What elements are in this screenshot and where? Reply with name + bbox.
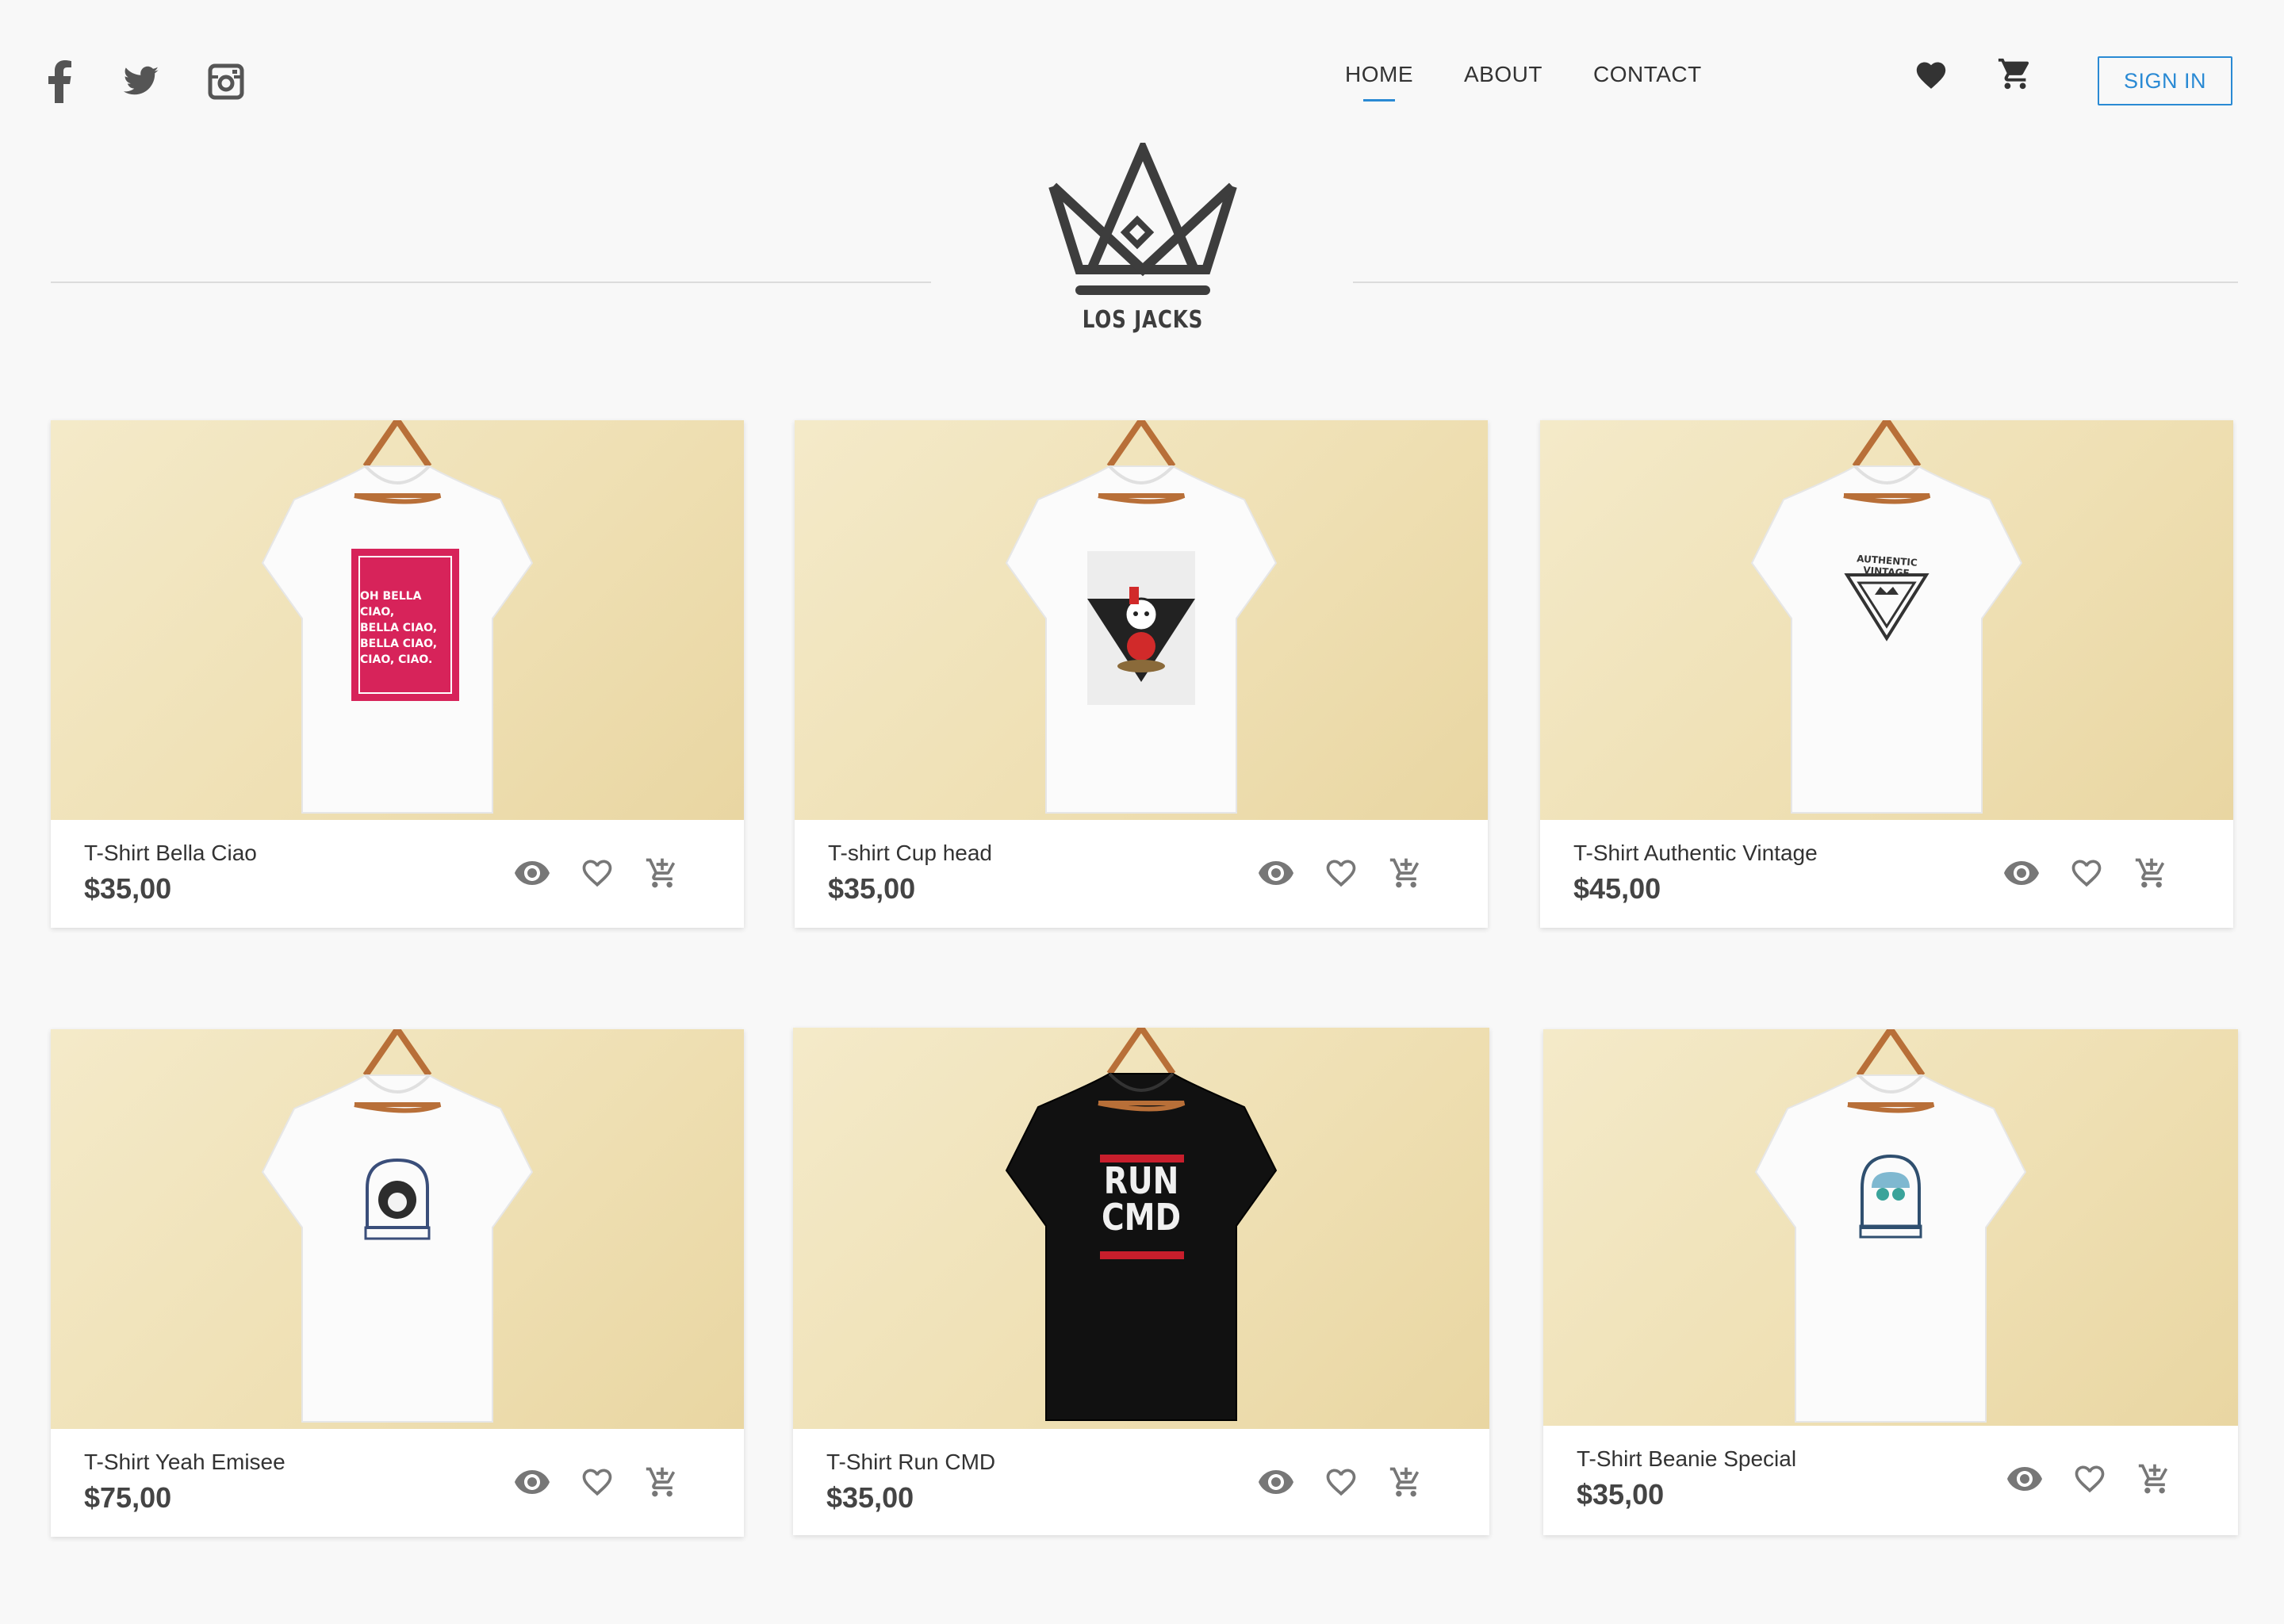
product-card[interactable]: T-Shirt Yeah Emisee $75,00 (51, 1029, 744, 1537)
product-image[interactable]: AUTHENTIC VINTAGE (1540, 420, 2233, 820)
divider-left (51, 282, 931, 283)
print-line: CIAO, CIAO. (360, 653, 433, 666)
product-card[interactable]: T-shirt Cup head $35,00 (795, 420, 1488, 928)
product-image[interactable] (795, 420, 1488, 820)
tshirt-image (1750, 420, 2023, 814)
product-name[interactable]: T-Shirt Authentic Vintage (1573, 841, 1818, 866)
eye-icon[interactable] (2002, 853, 2041, 893)
print-line: CMD (1101, 1196, 1182, 1239)
tshirt-image (1754, 1029, 2027, 1423)
add-to-cart-icon[interactable] (2132, 853, 2171, 893)
eye-icon[interactable] (512, 853, 552, 893)
product-price: $75,00 (84, 1481, 172, 1514)
sign-in-button[interactable]: SIGN IN (2098, 56, 2232, 105)
add-to-cart-icon[interactable] (642, 1462, 682, 1502)
facebook-icon[interactable] (46, 60, 73, 103)
product-name[interactable]: T-Shirt Beanie Special (1577, 1446, 1796, 1472)
product-name[interactable]: T-shirt Cup head (828, 841, 992, 866)
add-to-cart-icon[interactable] (1386, 853, 1426, 893)
nav-home[interactable]: HOME (1345, 63, 1413, 102)
header-actions (1913, 56, 2033, 92)
product-actions (512, 853, 682, 893)
eye-icon[interactable] (512, 1462, 552, 1502)
eye-icon[interactable] (1256, 1462, 1296, 1502)
brand-name: LOS JACKS (1082, 306, 1204, 334)
instagram-icon[interactable] (208, 63, 244, 100)
product-name[interactable]: T-Shirt Yeah Emisee (84, 1450, 286, 1475)
product-price: $35,00 (84, 872, 172, 905)
product-card[interactable]: RUN CMD T-Shirt Run CMD $35,00 (793, 1028, 1489, 1535)
product-card[interactable]: AUTHENTIC VINTAGE T-Shirt Authentic Vint… (1540, 420, 2233, 928)
shirt-print-text: OH BELLA CIAO, BELLA CIAO, BELLA CIAO, C… (360, 588, 447, 668)
product-name[interactable]: T-Shirt Bella Ciao (84, 841, 257, 866)
product-price: $35,00 (1577, 1478, 1665, 1511)
product-image[interactable]: RUN CMD (793, 1028, 1489, 1429)
print-line: RUN (1103, 1159, 1179, 1202)
product-image[interactable] (51, 1029, 744, 1429)
product-card[interactable]: T-Shirt Beanie Special $35,00 (1543, 1029, 2238, 1535)
print-line: OH BELLA CIAO, (360, 590, 422, 619)
tshirt-image (1005, 420, 1278, 814)
product-actions (1256, 1462, 1426, 1502)
product-image[interactable] (1543, 1029, 2238, 1426)
print-line: BELLA CIAO, (360, 638, 438, 650)
product-name[interactable]: T-Shirt Run CMD (826, 1450, 995, 1475)
product-actions (2002, 853, 2171, 893)
print-line: BELLA CIAO, (360, 622, 438, 634)
nav-contact[interactable]: CONTACT (1593, 63, 1702, 102)
eye-icon[interactable] (1256, 853, 1296, 893)
nav-about[interactable]: ABOUT (1464, 63, 1542, 102)
cart-icon[interactable] (1997, 56, 2033, 92)
heart-outline-icon[interactable] (1321, 1462, 1361, 1502)
product-price: $35,00 (826, 1481, 914, 1514)
main-nav: HOME ABOUT CONTACT (1345, 63, 1702, 102)
heart-outline-icon[interactable] (577, 853, 617, 893)
brand-logo[interactable]: LOS JACKS (1044, 143, 1242, 334)
product-actions (1256, 853, 1426, 893)
product-actions (2005, 1459, 2175, 1499)
heart-outline-icon[interactable] (577, 1462, 617, 1502)
crown-icon (1048, 143, 1237, 295)
heart-outline-icon[interactable] (2070, 1459, 2110, 1499)
add-to-cart-icon[interactable] (2135, 1459, 2175, 1499)
heart-icon[interactable] (1913, 56, 1949, 92)
add-to-cart-icon[interactable] (642, 853, 682, 893)
product-price: $45,00 (1573, 872, 1661, 905)
heart-outline-icon[interactable] (1321, 853, 1361, 893)
twitter-icon[interactable] (121, 63, 162, 101)
product-image[interactable]: OH BELLA CIAO, BELLA CIAO, BELLA CIAO, C… (51, 420, 744, 820)
add-to-cart-icon[interactable] (1386, 1462, 1426, 1502)
tshirt-image (261, 1029, 534, 1423)
shirt-print-text: RUN CMD (1094, 1162, 1187, 1235)
divider-right (1353, 282, 2238, 283)
eye-icon[interactable] (2005, 1459, 2044, 1499)
product-actions (512, 1462, 682, 1502)
social-links (46, 60, 244, 103)
product-card[interactable]: OH BELLA CIAO, BELLA CIAO, BELLA CIAO, C… (51, 420, 744, 928)
product-price: $35,00 (828, 872, 916, 905)
heart-outline-icon[interactable] (2067, 853, 2106, 893)
